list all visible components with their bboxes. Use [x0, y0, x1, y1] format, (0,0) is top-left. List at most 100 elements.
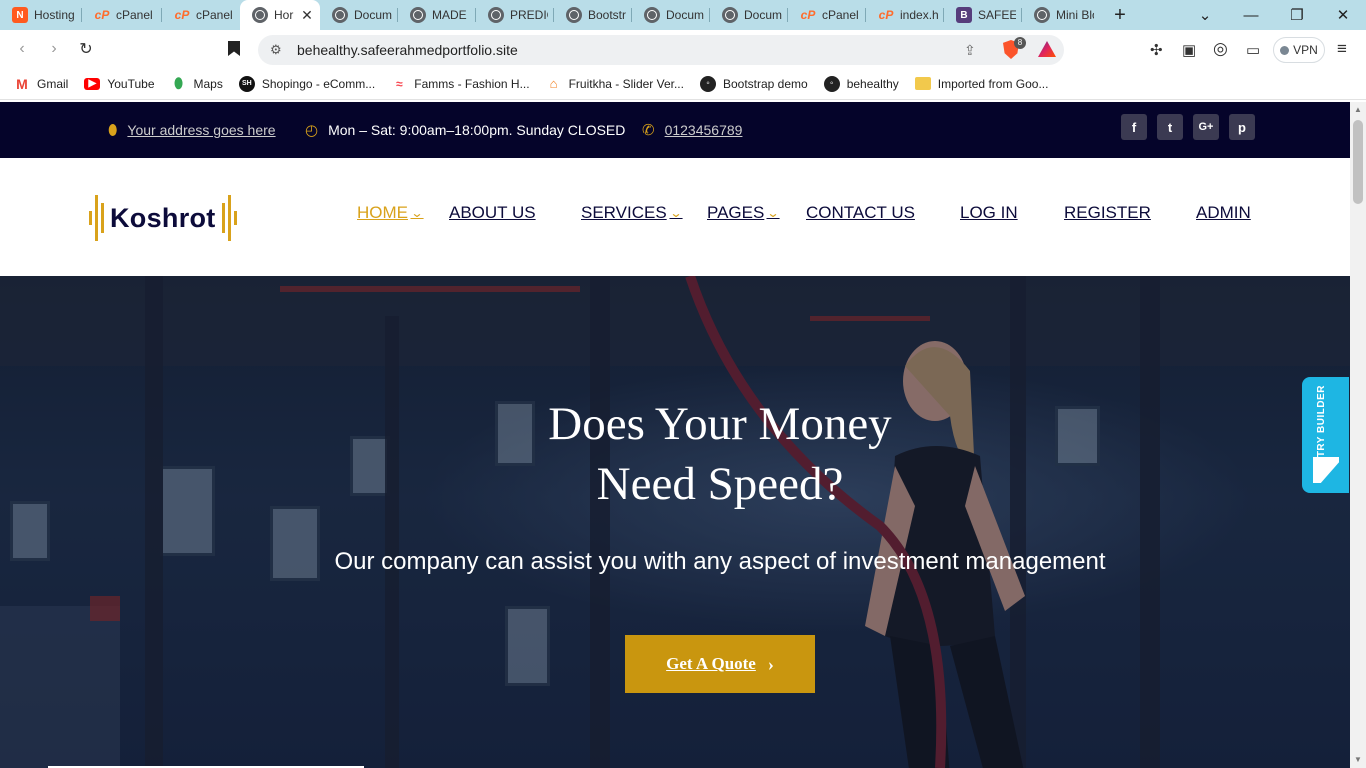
top-info-bar: ⬮ Your address goes here ◴ Mon – Sat: 9:…	[0, 102, 1350, 158]
globe-icon: ◦	[699, 75, 716, 92]
browser-tab[interactable]: PREDIC	[476, 0, 554, 30]
vpn-button[interactable]: VPN	[1273, 37, 1325, 63]
menu-icon[interactable]: ≡	[1337, 39, 1347, 59]
globe-icon	[566, 7, 582, 23]
browser-tab[interactable]: Docume	[632, 0, 710, 30]
site-info-icon[interactable]: ⚙	[270, 42, 290, 58]
browser-tab[interactable]: Mini Blo	[1022, 0, 1100, 30]
nav-services[interactable]: SERVICES ⌄	[581, 203, 683, 223]
hostinger-icon: N	[12, 7, 28, 23]
bookmark-bootstrap-demo[interactable]: ◦ Bootstrap demo	[699, 75, 808, 92]
globe-icon	[332, 7, 348, 23]
extensions-icon[interactable]: ✣	[1150, 41, 1163, 59]
phone-info: ✆ 0123456789	[642, 102, 742, 158]
bookmark-fruitkha[interactable]: ⌂ Fruitkha - Slider Ver...	[546, 76, 684, 92]
clock-icon: ◴	[305, 122, 319, 139]
sidebar-icon[interactable]: ▣	[1182, 41, 1196, 59]
hero-title-line-1: Does Your Money	[548, 398, 892, 450]
famms-icon: ≈	[395, 76, 403, 91]
url-text[interactable]: behealthy.safeerahmedportfolio.site	[297, 42, 518, 58]
browser-tab[interactable]: B SAFEER	[944, 0, 1022, 30]
twitter-icon[interactable]: t	[1157, 114, 1183, 140]
browser-tab[interactable]: N Hosting	[0, 0, 82, 30]
address-bar[interactable]: ⚙ behealthy.safeerahmedportfolio.site	[258, 35, 1064, 65]
bookmark-behealthy[interactable]: ◦ behealthy	[823, 75, 899, 92]
shopingo-icon: SH	[238, 75, 255, 92]
bookmark-famms[interactable]: ≈ Famms - Fashion H...	[391, 76, 530, 92]
fruitkha-icon: ⌂	[549, 76, 558, 91]
chevron-right-icon: ›	[767, 653, 774, 674]
nav-admin[interactable]: ADMIN	[1196, 203, 1251, 223]
dumbbell-right-icon	[221, 195, 237, 241]
chevron-down-icon: ⌄	[766, 206, 780, 220]
browser-tab[interactable]: Bootstr	[554, 0, 632, 30]
browser-tab[interactable]: cP index.ht	[866, 0, 944, 30]
phone-icon: ✆	[642, 122, 655, 139]
get-a-quote-button[interactable]: Get A Quote ›	[625, 635, 815, 693]
vpn-label: VPN	[1293, 43, 1318, 57]
opening-hours: Mon – Sat: 9:00am–18:00pm. Sunday CLOSED	[328, 122, 626, 138]
close-tab-icon[interactable]: ✕	[300, 7, 314, 24]
scroll-down-icon[interactable]: ▼	[1350, 752, 1366, 768]
facebook-icon[interactable]: f	[1121, 114, 1147, 140]
reload-icon[interactable]: ↻	[70, 39, 102, 59]
try-builder-tab[interactable]: TRY BUILDER	[1302, 377, 1349, 493]
logo-text: Koshrot	[110, 202, 216, 233]
restore-icon[interactable]: ❐	[1274, 6, 1320, 24]
bookmark-folder-imported[interactable]: Imported from Goo...	[914, 77, 1048, 91]
back-icon[interactable]: ‹	[6, 40, 38, 58]
browser-tab[interactable]: cP cPanel -	[82, 0, 162, 30]
browser-tab[interactable]: cP cPanel -	[162, 0, 240, 30]
browser-tab[interactable]: cP cPanel F	[788, 0, 866, 30]
site-logo[interactable]: Koshrot	[89, 193, 237, 243]
nav-about-us[interactable]: ABOUT US	[449, 203, 536, 223]
browser-tab[interactable]: MADE E	[398, 0, 476, 30]
youtube-icon: ▶	[84, 77, 101, 90]
wallet-icon[interactable]: ▭	[1246, 41, 1260, 59]
bookmark-gmail[interactable]: M Gmail	[14, 76, 68, 92]
forward-icon[interactable]: ›	[38, 40, 70, 58]
hours-info: ◴ Mon – Sat: 9:00am–18:00pm. Sunday CLOS…	[305, 102, 625, 158]
scrollbar-thumb[interactable]	[1353, 120, 1363, 204]
bootstrap-icon: B	[956, 7, 972, 23]
globe-icon: ◦	[823, 75, 840, 92]
cpanel-icon: cP	[174, 8, 190, 22]
hero-title-line-2: Need Speed?	[596, 458, 844, 510]
browser-tab-active[interactable]: Hor ✕	[240, 0, 320, 30]
scroll-up-icon[interactable]: ▲	[1350, 102, 1366, 118]
folder-icon	[914, 77, 931, 90]
browser-tab[interactable]: Docume	[320, 0, 398, 30]
nav-contact-us[interactable]: CONTACT US	[806, 203, 915, 223]
try-builder-label: TRY BUILDER	[1316, 385, 1327, 458]
chevron-down-icon: ⌄	[410, 206, 424, 220]
page-scrollbar[interactable]: ▲ ▼	[1350, 102, 1366, 768]
bookmark-youtube[interactable]: ▶ YouTube	[84, 77, 155, 91]
window-close-icon[interactable]: ✕	[1320, 6, 1366, 24]
globe-icon	[644, 7, 660, 23]
cpanel-icon: cP	[878, 8, 894, 22]
dumbbell-left-icon	[89, 195, 104, 241]
profile-icon[interactable]: ◎	[1213, 39, 1228, 59]
vpn-status-dot	[1280, 45, 1290, 55]
tab-search-chevron-icon[interactable]: ⌄	[1182, 6, 1228, 24]
nav-pages[interactable]: PAGES ⌄	[707, 203, 780, 223]
new-tab-button[interactable]: +	[1100, 0, 1140, 30]
address-link[interactable]: Your address goes here	[127, 122, 275, 138]
bookmark-maps[interactable]: ⬮ Maps	[171, 75, 223, 92]
minimize-icon[interactable]: —	[1228, 7, 1274, 24]
google-plus-icon[interactable]: G+	[1193, 114, 1219, 140]
globe-icon	[252, 7, 268, 23]
pinterest-icon[interactable]: p	[1229, 114, 1255, 140]
phone-link[interactable]: 0123456789	[665, 122, 743, 138]
browser-tab[interactable]: Docume	[710, 0, 788, 30]
nav-log-in[interactable]: LOG IN	[960, 203, 1018, 223]
bookmark-shopingo[interactable]: SH Shopingo - eComm...	[238, 75, 375, 92]
globe-icon	[488, 7, 504, 23]
globe-icon	[1034, 7, 1050, 23]
nav-home[interactable]: HOME ⌄	[357, 203, 424, 223]
hero-section: Does Your Money Need Speed? Our company …	[0, 276, 1350, 768]
chevron-down-icon: ⌄	[669, 206, 683, 220]
nav-register[interactable]: REGISTER	[1064, 203, 1151, 223]
bookmarks-bar: M Gmail ▶ YouTube ⬮ Maps SH Shopingo - e…	[0, 68, 1366, 100]
share-icon[interactable]: ⇪	[964, 42, 976, 59]
